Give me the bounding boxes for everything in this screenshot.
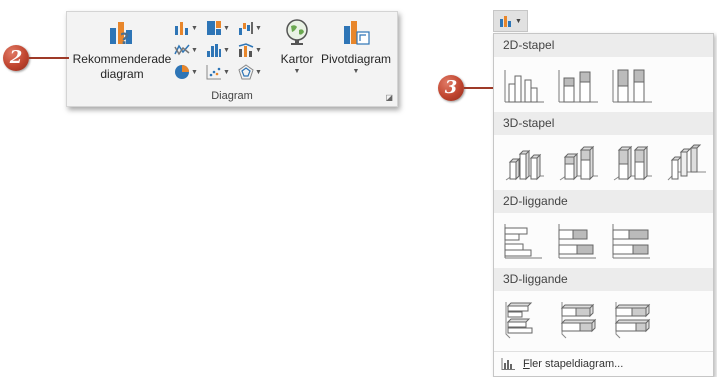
3d-column-option[interactable] xyxy=(664,142,708,184)
svg-text:?: ? xyxy=(120,29,129,48)
3d-100-stacked-column-option[interactable] xyxy=(610,142,654,184)
dialog-launcher-icon[interactable]: ◪ xyxy=(385,93,393,102)
3d-stacked-bar-icon xyxy=(560,302,597,339)
pivotchart-button[interactable]: Pivotdiagram ▼ xyxy=(318,18,394,76)
section-2d-bar-options xyxy=(494,213,713,268)
chevron-down-icon: ▼ xyxy=(515,17,522,25)
chevron-down-icon: ▼ xyxy=(255,68,262,76)
3d-stacked-bar-option[interactable] xyxy=(556,298,600,340)
3d-percent-stacked-column-icon xyxy=(613,145,652,181)
stacked-column-option[interactable] xyxy=(556,64,600,106)
percent-stacked-column-icon xyxy=(612,69,652,103)
clustered-bar-icon xyxy=(504,224,542,259)
line-chart-button[interactable]: ▼ xyxy=(174,40,204,60)
maps-label: Kartor xyxy=(280,52,314,66)
3d-clustered-bar-icon xyxy=(505,302,533,339)
combo-chart-icon xyxy=(238,43,254,57)
scatter-chart-button[interactable]: ▼ xyxy=(206,62,236,82)
chevron-down-icon: ▼ xyxy=(191,24,198,32)
more-column-charts-label: Fler stapeldiagram... xyxy=(523,358,624,370)
section-3d-bar-options xyxy=(494,291,713,346)
recommended-charts-button[interactable]: ? Rekommenderade diagram xyxy=(71,18,173,82)
100-stacked-bar-option[interactable] xyxy=(610,220,654,262)
column-chart-icon xyxy=(500,16,512,27)
pie-chart-icon xyxy=(175,65,189,79)
clustered-column-option[interactable] xyxy=(502,64,546,106)
scatter-chart-icon xyxy=(206,65,221,80)
stacked-bar-icon xyxy=(558,224,596,259)
chevron-down-icon: ▼ xyxy=(191,46,198,54)
statistic-chart-button[interactable]: ▼ xyxy=(206,40,236,60)
charts-ribbon-group: ? Rekommenderade diagram ▼ ▼ ▼ ▼ ▼ ▼ ▼ ▼… xyxy=(66,11,398,107)
chart-type-gallery: ▼ ▼ ▼ ▼ ▼ ▼ ▼ ▼ ▼ xyxy=(174,18,272,84)
hierarchy-chart-button[interactable]: ▼ xyxy=(206,18,236,38)
3d-percent-stacked-bar-icon xyxy=(614,302,651,339)
pie-chart-button[interactable]: ▼ xyxy=(174,62,204,82)
stacked-column-icon xyxy=(558,70,598,103)
recommended-charts-icon: ? xyxy=(110,22,132,48)
column-chart-icon xyxy=(175,22,188,35)
combo-chart-button[interactable]: ▼ xyxy=(238,40,268,60)
percent-stacked-bar-icon xyxy=(612,224,650,259)
step-badge-3: 3 xyxy=(438,75,464,101)
3d-100-stacked-bar-option[interactable] xyxy=(610,298,654,340)
column-chart-button[interactable]: ▼ xyxy=(174,18,204,38)
globe-icon xyxy=(286,19,308,45)
more-column-charts-link[interactable]: Fler stapeldiagram... xyxy=(494,351,713,376)
chevron-down-icon: ▼ xyxy=(255,24,262,32)
section-3d-column: 3D-stapel xyxy=(494,112,713,135)
column-bar-chart-menu: 2D-stapel 3D-stapel 2D-liggande 3D-ligga… xyxy=(493,33,714,377)
radar-chart-icon xyxy=(238,64,254,80)
section-2d-column: 2D-stapel xyxy=(494,34,713,57)
section-3d-column-options xyxy=(494,135,713,190)
3d-stacked-column-icon xyxy=(559,145,598,181)
group-label: Diagram xyxy=(211,90,253,102)
pivotchart-icon xyxy=(344,21,370,45)
chevron-down-icon: ▼ xyxy=(191,68,198,76)
chevron-down-icon: ▼ xyxy=(293,68,301,75)
clustered-column-icon xyxy=(504,70,544,103)
radar-chart-button[interactable]: ▼ xyxy=(238,62,268,82)
pivotchart-label: Pivotdiagram xyxy=(320,52,392,66)
treemap-icon xyxy=(207,21,221,35)
chevron-down-icon: ▼ xyxy=(255,46,262,54)
3d-column-icon xyxy=(667,144,706,181)
waterfall-chart-button[interactable]: ▼ xyxy=(238,18,268,38)
section-3d-bar: 3D-liggande xyxy=(494,268,713,291)
section-2d-column-options xyxy=(494,57,713,112)
3d-stacked-column-option[interactable] xyxy=(556,142,600,184)
chevron-down-icon: ▼ xyxy=(223,46,230,54)
chevron-down-icon: ▼ xyxy=(352,68,360,75)
stacked-bar-option[interactable] xyxy=(556,220,600,262)
3d-clustered-bar-option[interactable] xyxy=(502,298,546,340)
maps-button[interactable]: Kartor ▼ xyxy=(276,18,318,76)
clustered-bar-option[interactable] xyxy=(502,220,546,262)
3d-clustered-column-option[interactable] xyxy=(502,142,546,184)
histogram-icon xyxy=(207,44,221,57)
100-stacked-column-option[interactable] xyxy=(610,64,654,106)
chevron-down-icon: ▼ xyxy=(223,68,230,76)
callout-leader-line xyxy=(29,57,69,59)
3d-clustered-column-icon xyxy=(505,149,544,181)
section-2d-bar: 2D-liggande xyxy=(494,190,713,213)
column-chart-icon xyxy=(501,358,515,370)
step-badge-2: 2 xyxy=(3,45,29,71)
waterfall-icon xyxy=(239,22,253,35)
recommended-charts-label: Rekommenderade diagram xyxy=(72,52,172,81)
line-chart-icon xyxy=(174,44,190,56)
column-bar-chart-dropdown-button[interactable]: ▼ xyxy=(493,10,528,32)
chevron-down-icon: ▼ xyxy=(223,24,230,32)
